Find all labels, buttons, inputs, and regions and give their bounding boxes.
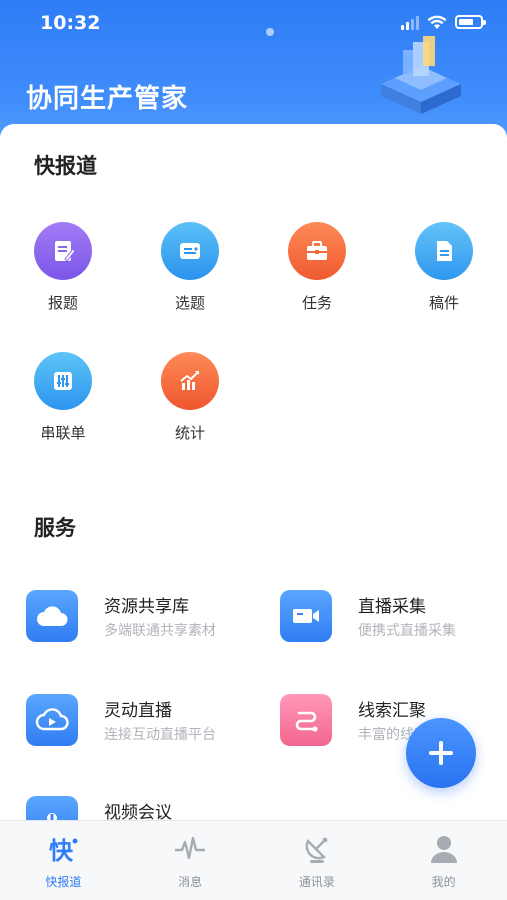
user-icon [426,831,462,867]
grid-item-task[interactable]: 任务 [272,222,362,313]
tab-label: 通讯录 [298,875,335,889]
grid-label: 稿件 [428,294,459,312]
service-subtitle: 多端联通共享素材 [104,623,216,639]
tab-bar: 快 快报道 消息 通讯录 我的 [0,820,507,900]
grid-label: 串联单 [40,424,86,442]
grid-label: 报题 [47,294,78,312]
tab-messages[interactable]: 消息 [127,821,254,900]
service-subtitle: 便携式直播采集 [358,623,456,639]
grid-item-rundown[interactable]: 串联单 [18,352,108,443]
select-topic-icon [161,222,219,280]
grid-item-statistics[interactable]: 统计 [145,352,235,443]
tab-quick-report[interactable]: 快 快报道 [0,821,127,900]
cloud-play-icon [26,694,78,746]
tab-contacts[interactable]: 通讯录 [254,821,381,900]
service-smart-live[interactable]: 灵动直播 连接互动直播平台 [26,694,256,754]
grid-item-manuscript[interactable]: 稿件 [399,222,489,313]
plus-icon [429,741,453,765]
service-title: 资源共享库 [104,597,189,617]
svg-text:快: 快 [49,837,74,865]
satellite-dish-icon [299,831,335,867]
service-title: 线索汇聚 [358,701,426,721]
grid-label: 选题 [174,294,205,312]
grid-item-report-topic[interactable]: 报题 [18,222,108,313]
pulse-icon [172,831,208,867]
tab-profile[interactable]: 我的 [380,821,507,900]
tab-label: 我的 [431,875,456,889]
section-title-quick-report: 快报道 [34,154,97,178]
grid-item-select-topic[interactable]: 选题 [145,222,235,313]
video-camera-icon [280,590,332,642]
service-subtitle: 连接互动直播平台 [104,727,216,743]
chart-icon [161,352,219,410]
service-title: 灵动直播 [104,701,172,721]
tab-label: 消息 [178,875,203,889]
service-title: 直播采集 [358,597,426,617]
grid-label: 统计 [174,424,205,442]
grid-label: 任务 [301,294,332,312]
route-icon [280,694,332,746]
add-button[interactable] [406,718,476,788]
quick-report-tab-icon: 快 [45,831,81,867]
document-icon [415,222,473,280]
header-dot-decoration [266,28,274,36]
cloud-icon [26,590,78,642]
briefcase-icon [288,222,346,280]
service-live-capture[interactable]: 直播采集 便携式直播采集 [280,590,507,650]
report-topic-icon [34,222,92,280]
app-title: 协同生产管家 [26,84,189,114]
service-resource-library[interactable]: 资源共享库 多端联通共享素材 [26,590,256,650]
section-title-services: 服务 [34,516,76,540]
header-illustration-icon [381,36,461,114]
sliders-icon [34,352,92,410]
tab-label: 快报道 [45,875,82,889]
status-time: 10:32 [40,12,101,34]
